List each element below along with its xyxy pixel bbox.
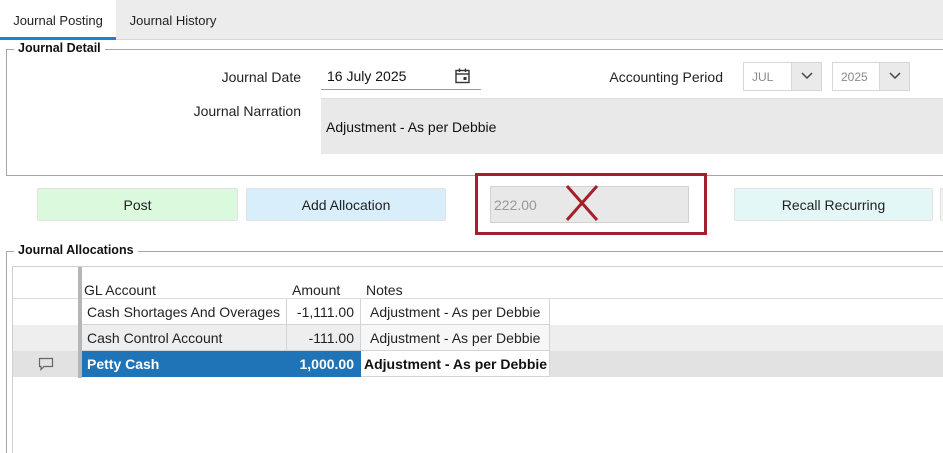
allocations-grid: GL Account Amount Notes Cash Shortages A… — [12, 266, 943, 453]
row-header-stripe — [78, 267, 82, 378]
chevron-down-icon[interactable] — [791, 63, 821, 90]
accounting-period-label: Accounting Period — [609, 69, 723, 85]
journal-detail-title: Journal Detail — [14, 41, 105, 55]
period-year-select[interactable]: 2025 — [832, 62, 910, 91]
notes-cell[interactable]: Adjustment - As per Debbie — [361, 351, 550, 377]
period-month-value: JUL — [752, 70, 774, 84]
journal-allocations-title: Journal Allocations — [14, 243, 138, 257]
calendar-icon[interactable] — [455, 68, 470, 84]
tab-journal-history[interactable]: Journal History — [116, 0, 230, 40]
table-row[interactable]: Cash Shortages And Overages -1,111.00 Ad… — [13, 299, 943, 325]
column-header-amount[interactable]: Amount — [292, 282, 340, 298]
period-year-value: 2025 — [841, 70, 868, 84]
add-allocation-button[interactable]: Add Allocation — [246, 188, 446, 221]
annotation-highlight-box — [475, 173, 707, 235]
comment-icon[interactable] — [38, 357, 54, 374]
journal-narration-field[interactable]: Adjustment - As per Debbie — [321, 98, 943, 154]
notes-cell[interactable]: Adjustment - As per Debbie — [361, 325, 550, 351]
journal-date-label: Journal Date — [221, 69, 301, 85]
table-row-selected[interactable]: Petty Cash 1,000.00 Adjustment - As per … — [13, 351, 943, 377]
column-header-gl-account[interactable]: GL Account — [84, 282, 156, 298]
notes-cell[interactable]: Adjustment - As per Debbie — [361, 299, 550, 325]
journal-date-field[interactable]: 16 July 2025 — [321, 63, 481, 90]
post-button[interactable]: Post — [37, 188, 238, 221]
journal-narration-value: Adjustment - As per Debbie — [326, 119, 497, 135]
chevron-down-icon[interactable] — [879, 63, 909, 90]
amount-cell[interactable]: -111.00 — [287, 325, 361, 351]
period-month-select[interactable]: JUL — [743, 62, 822, 91]
table-row[interactable]: Cash Control Account -111.00 Adjustment … — [13, 325, 943, 351]
journal-date-value: 16 July 2025 — [327, 68, 407, 84]
recall-recurring-button[interactable]: Recall Recurring — [734, 188, 933, 221]
gl-account-cell[interactable]: Petty Cash — [82, 351, 287, 377]
gl-account-cell[interactable]: Cash Control Account — [82, 325, 287, 351]
amount-cell[interactable]: -1,111.00 — [287, 299, 361, 325]
tab-bar: Journal Posting Journal History — [0, 0, 943, 40]
gl-account-cell[interactable]: Cash Shortages And Overages — [82, 299, 287, 325]
journal-narration-label: Journal Narration — [193, 103, 301, 119]
amount-cell[interactable]: 1,000.00 — [287, 351, 361, 377]
tab-journal-posting[interactable]: Journal Posting — [0, 0, 116, 40]
column-header-notes[interactable]: Notes — [366, 282, 403, 298]
